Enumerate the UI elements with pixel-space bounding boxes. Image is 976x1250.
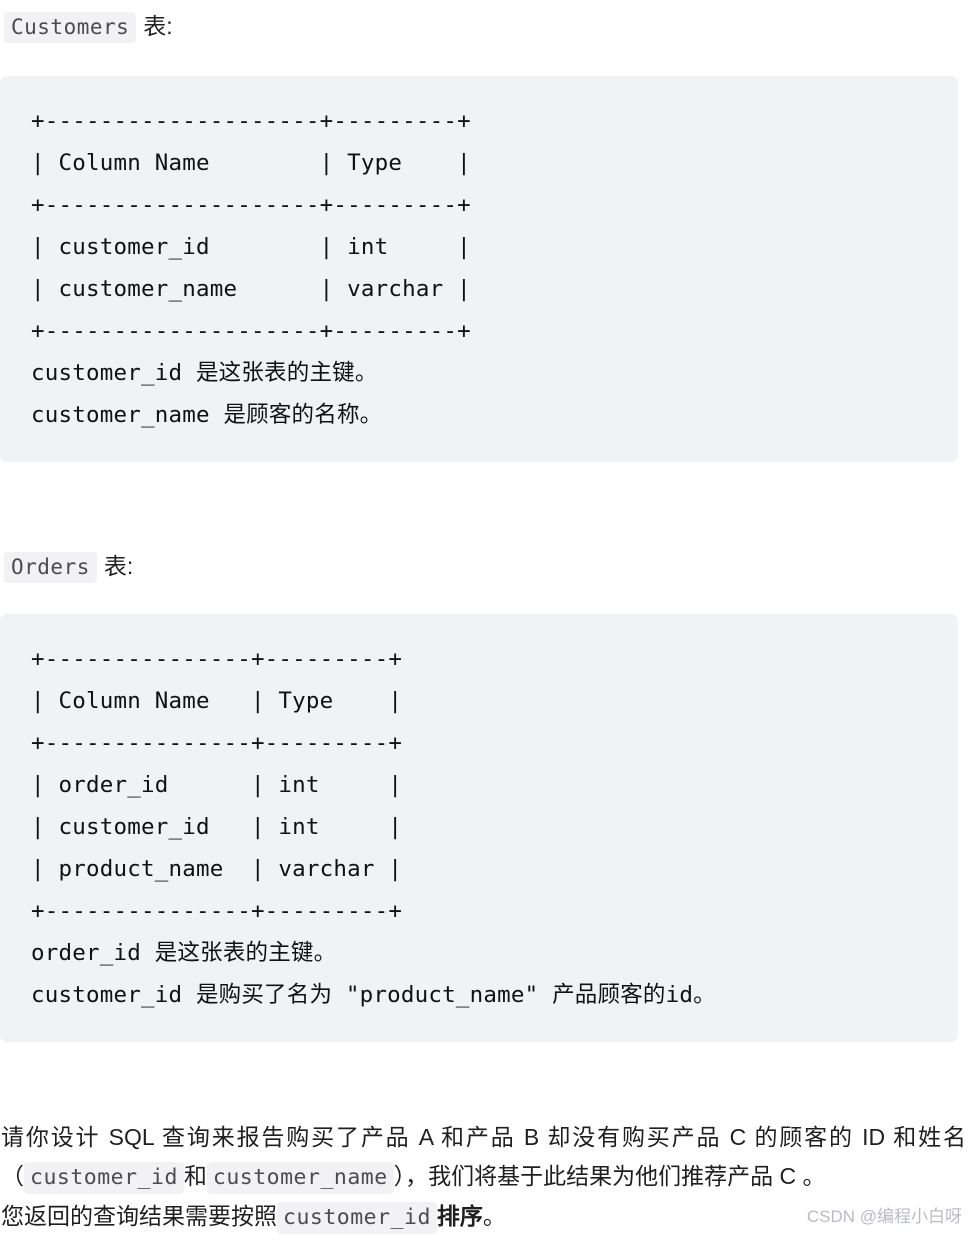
customers-label-suffix: 表: [143, 13, 173, 39]
customer-id-chip-1: customer_id [24, 1162, 184, 1194]
sort-line-part-a: 您返回的查询结果需要按照 [1, 1203, 277, 1229]
customer-id-chip-2: customer_id [277, 1202, 437, 1234]
customers-table-label: Customers 表: [0, 0, 976, 44]
question-paragraph: 请你设计 SQL 查询来报告购买了产品 A 和产品 B 却没有购买产品 C 的顾… [0, 1118, 976, 1197]
question-line1-part-b: 和 [183, 1163, 207, 1189]
orders-table-label: Orders 表: [0, 540, 976, 584]
document-page: Customers 表: +--------------------+------… [0, 0, 976, 1237]
orders-schema-text: +---------------+---------+ | Column Nam… [31, 646, 716, 1008]
customers-code-block: +--------------------+---------+ | Colum… [0, 76, 958, 462]
orders-code-block: +---------------+---------+ | Column Nam… [0, 614, 958, 1042]
spacer-before-question [0, 1042, 976, 1118]
sort-emphasis: 排序 [436, 1203, 483, 1229]
customers-schema-text: +--------------------+---------+ | Colum… [31, 108, 471, 428]
csdn-watermark: CSDN @编程小白呀 [806, 1207, 962, 1226]
question-line1-part-c: ），我们将基于此结果为他们推荐产品 C 。 [393, 1163, 826, 1189]
customers-code-chip: Customers [4, 12, 137, 43]
spacer-after-customers-label [0, 44, 976, 76]
sort-line-period: 。 [482, 1203, 506, 1229]
orders-label-suffix: 表: [103, 553, 134, 579]
spacer-between-sections [0, 462, 976, 540]
spacer-after-orders-label [0, 584, 976, 614]
customer-name-chip: customer_name [206, 1162, 394, 1194]
orders-code-chip: Orders [4, 552, 97, 583]
